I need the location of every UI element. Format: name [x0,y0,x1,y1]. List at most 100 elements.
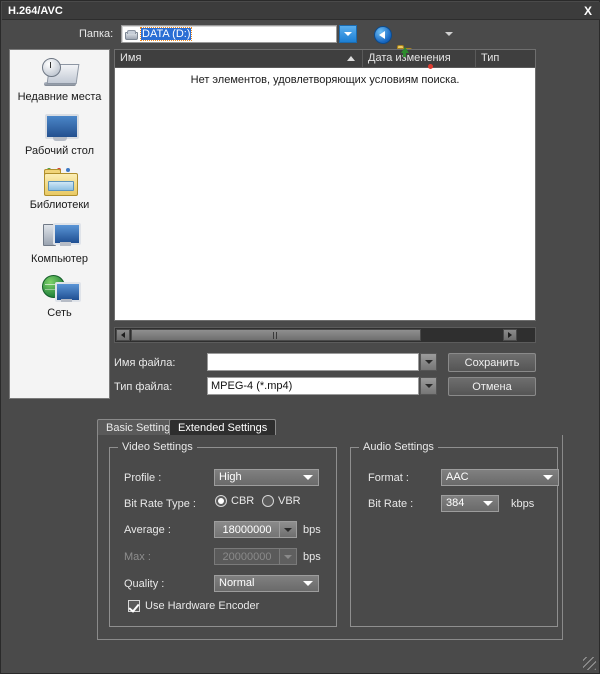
column-header-name[interactable]: Имя [115,50,363,67]
save-button[interactable]: Сохранить [448,353,536,372]
desktop-icon [40,110,80,144]
audio-format-label: Format : [368,472,409,484]
column-label: Тип [481,52,500,64]
chevron-down-icon [424,384,433,388]
audio-format-select[interactable]: AAC [441,469,559,486]
place-label: Сеть [47,307,72,319]
window-title: H.264/AVC [8,4,63,17]
place-item-network[interactable]: Сеть [10,266,109,320]
audio-bitrate-select[interactable]: 384 [441,495,499,512]
quality-label: Quality : [124,578,165,590]
radio-cbr[interactable]: CBR [215,495,254,507]
chevron-down-icon [303,581,313,586]
path-value: DATA (D:) [139,27,193,41]
views-chevron-down-icon[interactable] [445,32,453,36]
average-bitrate-stepper[interactable] [214,521,297,538]
use-hardware-encoder-checkbox[interactable]: Use Hardware Encoder [128,600,259,612]
chevron-down-icon [543,475,553,480]
video-settings-title: Video Settings [118,441,197,453]
audio-bitrate-label: Bit Rate : [368,498,414,510]
triangle-left-icon [121,332,125,338]
computer-icon [40,218,81,252]
empty-list-message: Нет элементов, удовлетворяющих условиям … [190,74,460,86]
cancel-button[interactable]: Отмена [448,377,536,396]
new-badge-icon [428,64,433,69]
place-label: Недавние места [17,91,102,103]
up-arrow-stem [403,52,406,57]
place-item-desktop[interactable]: Рабочий стол [10,104,109,158]
chevron-down-icon [344,32,352,36]
path-dropdown-button[interactable] [339,25,357,43]
radio-cbr-label: CBR [231,495,255,507]
file-name-input[interactable] [207,353,419,371]
max-bitrate-dropdown-button [280,548,297,565]
place-item-libraries[interactable]: Библиотеки [10,158,109,212]
audio-format-value: AAC [446,471,469,483]
video-settings-group: Video Settings Profile : High Bit Rate T… [109,441,337,627]
average-unit: bps [303,524,321,536]
chevron-down-icon [284,554,292,559]
file-name-dropdown-button[interactable] [420,353,437,371]
path-combo[interactable]: DATA (D:) [121,25,337,43]
place-label: Компьютер [31,253,88,265]
h264-encoder-save-dialog: H.264/AVC X Папка: DATA (D:) Недавние ме… [0,0,600,674]
scrollbar-thumb[interactable] [131,329,421,341]
column-label: Имя [120,52,142,64]
scroll-left-button[interactable] [116,329,130,341]
audio-bitrate-value: 384 [446,497,465,509]
chevron-down-icon [483,501,493,506]
profile-value: High [219,471,242,483]
resize-grip[interactable] [583,657,596,670]
grip-icon [273,331,279,339]
column-header-type[interactable]: Тип [476,50,535,67]
profile-label: Profile : [124,472,162,484]
max-bitrate-stepper [214,548,297,565]
chevron-down-icon [424,360,433,364]
libraries-folder-icon [40,164,80,198]
chevron-down-icon [303,475,313,480]
file-type-dropdown-button[interactable] [420,377,437,395]
audio-settings-title: Audio Settings [359,441,438,453]
file-type-select[interactable] [207,377,419,395]
column-header-date[interactable]: Дата изменения [363,50,476,67]
radio-mark-icon [262,495,274,507]
file-type-label: Тип файла: [114,381,173,393]
max-bitrate-input [214,548,280,565]
bitrate-type-label: Bit Rate Type : [124,498,196,510]
sort-ascending-icon [347,56,355,61]
place-label: Библиотеки [29,199,90,211]
place-item-recent[interactable]: Недавние места [10,50,109,104]
audio-bitrate-unit: kbps [511,498,535,510]
close-icon[interactable]: X [580,3,596,18]
places-sidebar: Недавние места Рабочий стол Библиотеки К… [9,49,110,399]
checkbox-checked-icon [128,600,140,612]
back-button[interactable] [374,26,392,44]
drive-icon [124,28,138,40]
file-list-horizontal-scrollbar[interactable] [114,327,536,343]
recent-places-icon [40,56,80,90]
file-list: Имя Дата изменения Тип Нет элементов, уд… [114,49,536,321]
title-bar: H.264/AVC X [2,2,600,20]
average-bitrate-input[interactable] [214,521,280,538]
file-name-label: Имя файла: [114,357,176,369]
path-label: Папка: [79,28,114,40]
use-hardware-encoder-label: Use Hardware Encoder [145,600,260,612]
quality-value: Normal [219,577,255,589]
place-item-computer[interactable]: Компьютер [10,212,109,266]
network-icon [40,272,81,306]
file-list-header: Имя Дата изменения Тип [115,50,535,68]
audio-settings-group: Audio Settings Format : AAC Bit Rate : 3… [350,441,559,627]
profile-select[interactable]: High [214,469,319,486]
column-label: Дата изменения [368,52,451,64]
quality-select[interactable]: Normal [214,575,319,592]
radio-vbr[interactable]: VBR [262,495,301,507]
triangle-right-icon [508,332,512,338]
max-unit: bps [303,551,321,563]
extended-settings-panel: Video Settings Profile : High Bit Rate T… [97,435,563,640]
max-label: Max : [124,551,151,563]
path-bar: Папка: DATA (D:) [1,23,600,95]
scroll-right-button[interactable] [503,329,517,341]
average-bitrate-dropdown-button[interactable] [280,521,297,538]
place-label: Рабочий стол [24,145,95,157]
average-label: Average : [124,524,171,536]
